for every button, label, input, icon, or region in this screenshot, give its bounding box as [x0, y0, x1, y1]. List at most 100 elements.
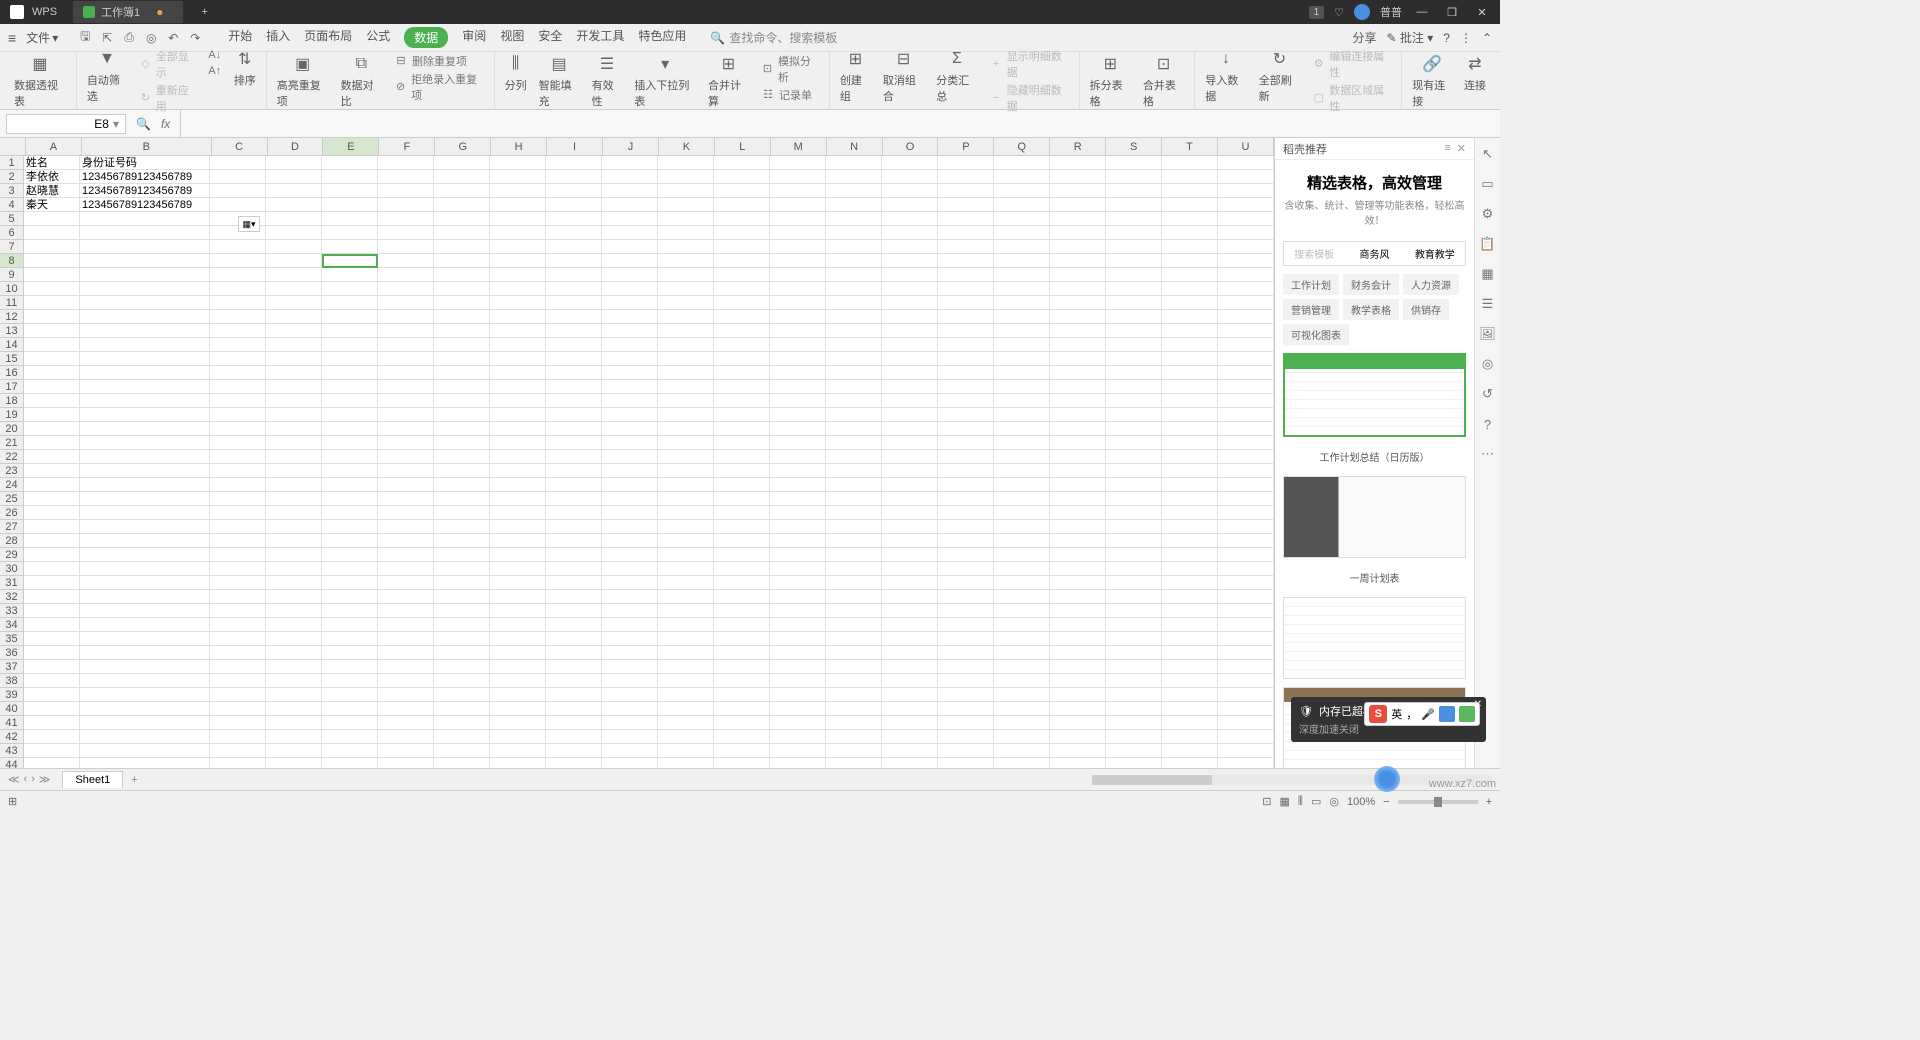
cell[interactable] [714, 702, 770, 716]
cell[interactable] [1050, 450, 1106, 464]
cell[interactable] [1162, 646, 1218, 660]
cell[interactable] [770, 632, 826, 646]
cat-work-plan[interactable]: 工作计划 [1283, 274, 1339, 295]
cell[interactable] [1050, 688, 1106, 702]
cell[interactable] [938, 450, 994, 464]
cell[interactable] [434, 646, 490, 660]
cell[interactable] [80, 394, 210, 408]
cell[interactable] [714, 422, 770, 436]
cell[interactable] [994, 170, 1050, 184]
cell[interactable] [826, 548, 882, 562]
remove-duplicates-button[interactable]: ⊟删除重复项 [394, 53, 484, 69]
cell[interactable] [378, 184, 434, 198]
cell[interactable] [378, 366, 434, 380]
ime-toolbar[interactable]: S 英 ， 🎤 [1364, 702, 1480, 726]
cell[interactable] [602, 338, 658, 352]
cell[interactable] [210, 422, 266, 436]
maximize-button[interactable]: ❐ [1442, 6, 1462, 19]
cell[interactable] [1162, 380, 1218, 394]
cell[interactable] [1218, 408, 1274, 422]
cell[interactable] [210, 604, 266, 618]
cell[interactable] [322, 324, 378, 338]
cell[interactable] [826, 716, 882, 730]
cell[interactable] [80, 562, 210, 576]
cell[interactable] [994, 660, 1050, 674]
cell[interactable] [882, 366, 938, 380]
cell[interactable] [546, 492, 602, 506]
cell[interactable] [658, 604, 714, 618]
cell[interactable] [1106, 324, 1162, 338]
cell[interactable] [1050, 408, 1106, 422]
refresh-all-button[interactable]: ↻全部刷新 [1255, 48, 1304, 114]
cell[interactable] [714, 590, 770, 604]
cell[interactable] [24, 716, 80, 730]
cell[interactable] [882, 730, 938, 744]
cell[interactable] [24, 520, 80, 534]
help-icon[interactable]: ? [1443, 31, 1450, 45]
cell[interactable] [490, 618, 546, 632]
cell[interactable] [938, 254, 994, 268]
cell[interactable] [938, 366, 994, 380]
cell[interactable] [1050, 632, 1106, 646]
cell[interactable] [602, 562, 658, 576]
cell[interactable] [322, 590, 378, 604]
cell[interactable] [434, 366, 490, 380]
cell[interactable] [602, 324, 658, 338]
cell[interactable] [1218, 632, 1274, 646]
cell[interactable] [546, 422, 602, 436]
cell[interactable] [1162, 758, 1218, 768]
cell[interactable] [322, 660, 378, 674]
connection-button[interactable]: ⇄连接 [1460, 53, 1490, 109]
crown-icon[interactable]: ♡ [1334, 6, 1344, 19]
cell[interactable] [602, 688, 658, 702]
cell[interactable] [546, 450, 602, 464]
cell[interactable] [546, 380, 602, 394]
cell[interactable] [994, 282, 1050, 296]
cell[interactable] [1162, 674, 1218, 688]
cell[interactable] [322, 758, 378, 768]
cell[interactable] [1218, 296, 1274, 310]
cell[interactable] [1106, 408, 1162, 422]
cell[interactable] [1106, 534, 1162, 548]
cell[interactable] [322, 576, 378, 590]
cell[interactable] [1050, 324, 1106, 338]
row-header[interactable]: 26 [0, 506, 23, 520]
cell[interactable] [714, 534, 770, 548]
cell[interactable] [210, 674, 266, 688]
cell[interactable] [80, 408, 210, 422]
cell[interactable] [322, 548, 378, 562]
row-header[interactable]: 32 [0, 590, 23, 604]
cell[interactable] [80, 268, 210, 282]
cell[interactable] [266, 366, 322, 380]
col-header-T[interactable]: T [1162, 138, 1218, 155]
cell[interactable] [1162, 240, 1218, 254]
cell[interactable] [1218, 660, 1274, 674]
cell[interactable] [938, 212, 994, 226]
cell[interactable] [24, 352, 80, 366]
view-fullscreen-icon[interactable]: ◎ [1329, 795, 1339, 808]
cell[interactable] [322, 562, 378, 576]
cell[interactable] [490, 632, 546, 646]
sogou-icon[interactable]: S [1369, 705, 1387, 723]
cell[interactable] [378, 730, 434, 744]
cell[interactable] [1106, 646, 1162, 660]
cell[interactable] [1218, 702, 1274, 716]
cell[interactable] [80, 436, 210, 450]
cell[interactable] [1106, 212, 1162, 226]
cell[interactable] [1106, 352, 1162, 366]
cell[interactable] [994, 296, 1050, 310]
cell[interactable] [80, 338, 210, 352]
cell[interactable] [490, 198, 546, 212]
cell[interactable] [490, 282, 546, 296]
cell[interactable] [80, 226, 210, 240]
cell[interactable] [1162, 212, 1218, 226]
cell[interactable] [882, 296, 938, 310]
cell[interactable] [1050, 548, 1106, 562]
cell[interactable] [658, 492, 714, 506]
cell[interactable] [322, 282, 378, 296]
cell[interactable] [1162, 590, 1218, 604]
cell[interactable] [826, 226, 882, 240]
cell[interactable] [322, 422, 378, 436]
cell[interactable] [714, 282, 770, 296]
cell[interactable] [434, 534, 490, 548]
